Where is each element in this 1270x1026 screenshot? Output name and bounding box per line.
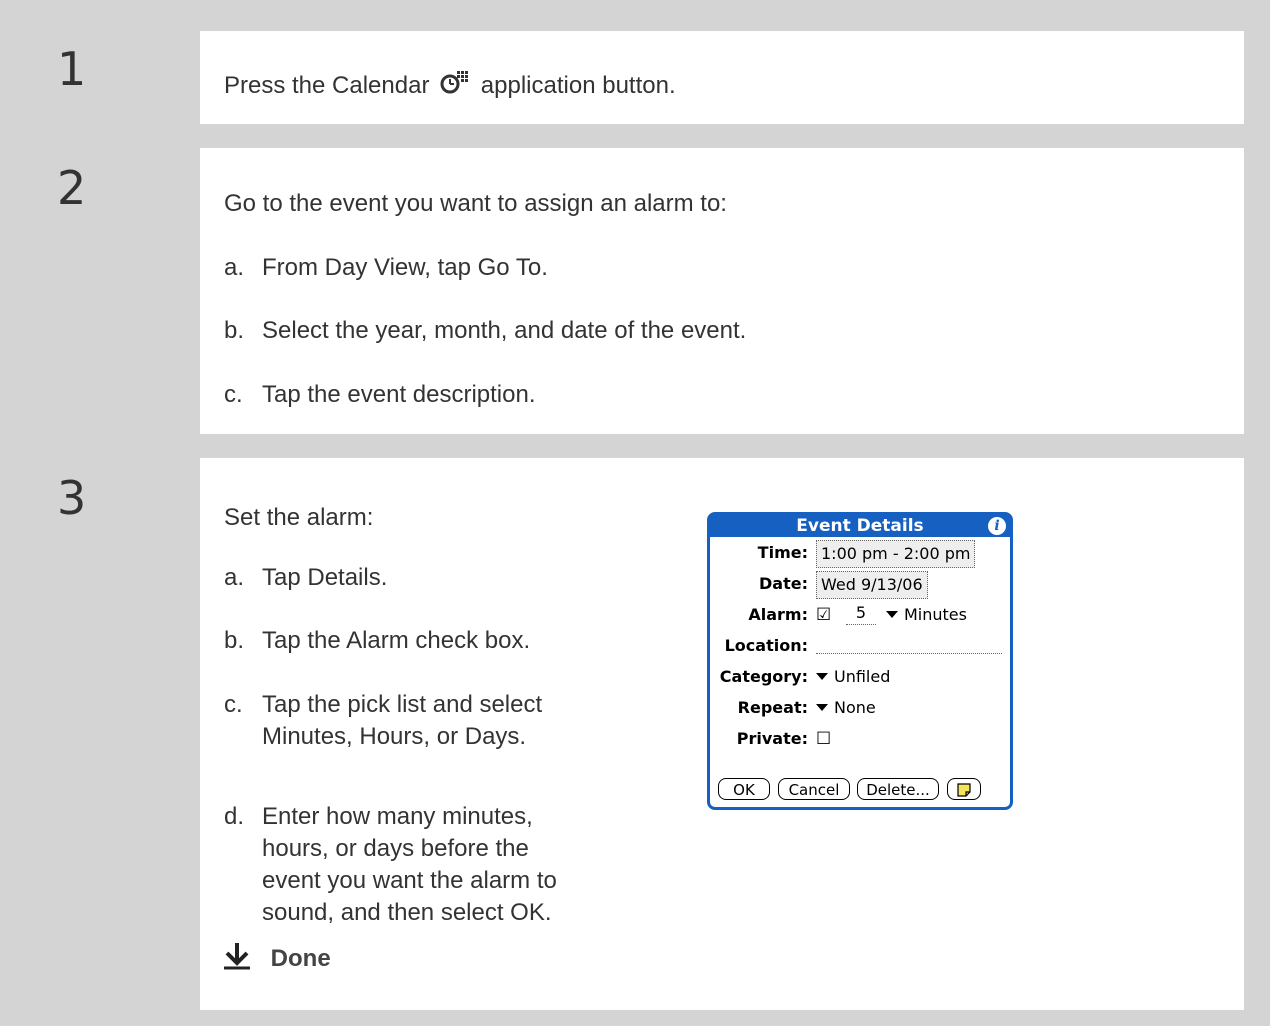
date-label: Date: [759,574,808,593]
note-icon [957,783,971,797]
date-row: Date: Wed 9/13/06 [710,571,1010,599]
step-intro: Go to the event you want to assign an al… [224,190,727,217]
down-arrow-icon [224,943,250,970]
cancel-button[interactable]: Cancel [778,778,850,800]
info-icon[interactable]: i [988,517,1006,535]
step-intro: Set the alarm: [224,504,374,531]
step-3: 3 Set the alarm: a. Tap Details. b. Tap … [37,458,1244,1010]
repeat-row: Repeat: None [710,695,1010,721]
dropdown-triangle-icon [816,673,828,680]
date-field[interactable]: Wed 9/13/06 [816,571,928,599]
dropdown-triangle-icon [886,611,898,618]
dialog-title: Event Details [796,516,924,536]
step-1: 1 Press the Calendar application button. [37,31,1244,124]
repeat-label: Repeat: [737,698,808,717]
step-text: Press the Calendar application button. [224,69,676,100]
step-2: 2 Go to the event you want to assign an … [37,148,1244,434]
category-picker[interactable]: Unfiled [816,664,890,690]
time-row: Time: 1:00 pm - 2:00 pm [710,540,1010,568]
private-row: Private: ☐ [710,726,1010,752]
step-content: Set the alarm: a. Tap Details. b. Tap th… [200,458,1244,1010]
step-number: 3 [37,458,200,1010]
time-field[interactable]: 1:00 pm - 2:00 pm [816,540,976,568]
private-checkbox[interactable]: ☐ [816,726,831,752]
ok-button[interactable]: OK [718,778,770,800]
note-button[interactable] [947,778,981,800]
alarm-unit-picker[interactable]: Minutes [886,602,967,628]
alarm-amount-field[interactable]: 5 [846,602,876,625]
dialog-title-bar: Event Details i [710,515,1010,537]
alarm-label: Alarm: [748,605,808,624]
step-number: 1 [37,31,200,124]
location-row: Location: [710,633,1010,659]
event-details-dialog: Event Details i Time: 1:00 pm - 2:00 pm … [707,512,1013,810]
private-label: Private: [736,729,808,748]
delete-button[interactable]: Delete... [857,778,939,800]
done-label: Done [270,945,331,972]
repeat-picker[interactable]: None [816,695,876,721]
step-content: Go to the event you want to assign an al… [200,148,1244,434]
time-label: Time: [757,543,808,562]
alarm-row: Alarm: ☑ 5 Minutes [710,602,1010,628]
location-label: Location: [724,636,808,655]
calendar-app-icon [440,71,469,94]
alarm-checkbox[interactable]: ☑ [816,602,831,628]
category-row: Category: Unfiled [710,664,1010,690]
location-field[interactable] [816,633,1002,654]
category-label: Category: [719,667,808,686]
dropdown-triangle-icon [816,704,828,711]
step-number: 2 [37,148,200,434]
done-link[interactable]: Done [222,942,331,973]
step-content: Press the Calendar application button. [200,31,1244,124]
